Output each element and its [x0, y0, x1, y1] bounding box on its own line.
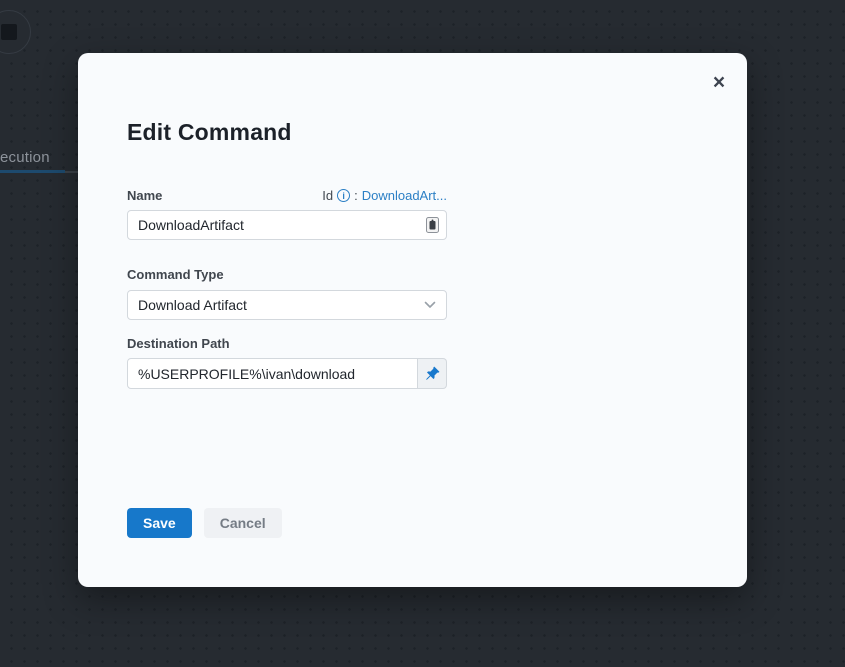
autofill-extension-icon[interactable]	[426, 217, 439, 233]
edit-command-modal: × Edit Command Name Id i : DownloadArt..…	[78, 53, 747, 587]
id-label: Id	[322, 188, 333, 203]
tab-bar-border	[65, 171, 79, 173]
command-type-value: Download Artifact	[138, 297, 247, 313]
command-id-part: Id i : DownloadArt...	[322, 188, 447, 203]
stop-icon	[1, 24, 17, 40]
modal-title: Edit Command	[127, 119, 292, 146]
destination-path-group	[127, 358, 447, 389]
chevron-down-icon	[424, 301, 436, 309]
close-button[interactable]: ×	[705, 69, 733, 97]
cancel-button[interactable]: Cancel	[204, 508, 282, 538]
screen: ecution × Edit Command Name Id i : Downl…	[0, 0, 845, 667]
command-type-label: Command Type	[127, 267, 224, 282]
destination-path-label: Destination Path	[127, 336, 230, 351]
name-input-wrap	[127, 210, 447, 240]
pushpin-icon	[425, 366, 440, 381]
info-icon[interactable]: i	[337, 189, 350, 202]
active-tab-indicator	[0, 170, 65, 173]
tab-execution[interactable]: ecution	[0, 149, 50, 167]
save-button[interactable]: Save	[127, 508, 192, 538]
destination-path-input[interactable]	[127, 358, 418, 389]
stop-button[interactable]	[0, 10, 31, 54]
id-separator: :	[354, 188, 358, 203]
name-input[interactable]	[127, 210, 447, 240]
id-value-link[interactable]: DownloadArt...	[362, 188, 447, 203]
name-label-row: Name Id i : DownloadArt...	[127, 188, 447, 203]
pin-button[interactable]	[418, 358, 447, 389]
command-type-select[interactable]: Download Artifact	[127, 290, 447, 320]
modal-actions: Save Cancel	[127, 508, 282, 538]
name-label: Name	[127, 188, 162, 203]
